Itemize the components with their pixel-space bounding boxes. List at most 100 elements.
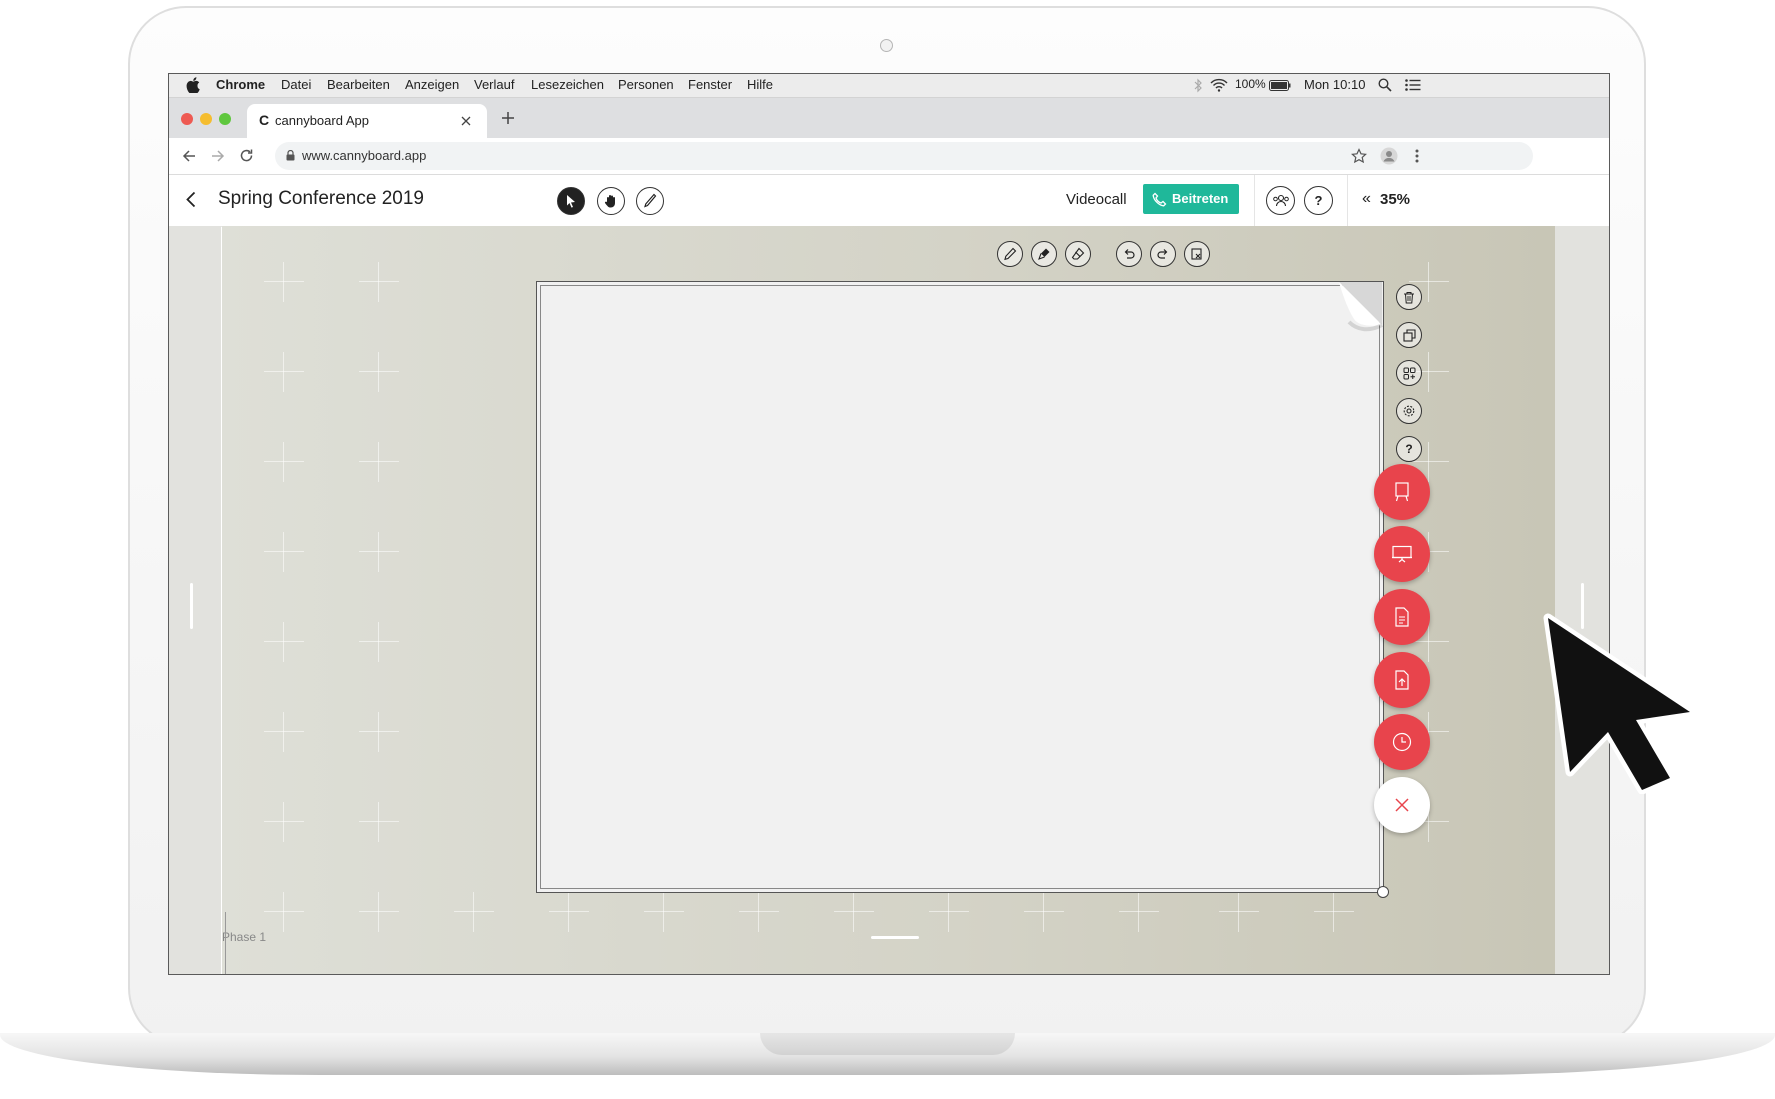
grid-mark	[644, 892, 684, 932]
reload-icon[interactable]	[239, 148, 254, 163]
copy-icon	[1402, 328, 1416, 342]
tab-close-icon[interactable]	[461, 116, 471, 126]
forward-arrow-icon[interactable]	[211, 149, 225, 163]
menu-datei[interactable]: Datei	[281, 77, 311, 92]
grid-mark	[264, 622, 304, 662]
menubar-app-name[interactable]: Chrome	[216, 77, 265, 92]
zoom-level[interactable]: 35%	[1380, 191, 1410, 208]
board-title: Spring Conference 2019	[218, 188, 424, 209]
delete-button[interactable]	[1396, 284, 1422, 310]
menubar-clock[interactable]: Mon 10:10	[1304, 77, 1365, 92]
pen-icon	[1004, 247, 1017, 261]
left-panel-gutter	[169, 226, 221, 974]
pen-tool-button[interactable]	[636, 187, 664, 215]
grid-mark	[454, 892, 494, 932]
clear-drawing-button[interactable]	[1184, 241, 1210, 267]
participants-button[interactable]	[1266, 186, 1295, 215]
presentation-icon	[1392, 545, 1412, 563]
marker-button[interactable]	[1031, 241, 1057, 267]
cursor-icon	[567, 195, 575, 208]
browser-tab[interactable]: C cannyboard App	[247, 104, 487, 138]
window-close-icon[interactable]	[181, 113, 193, 125]
menu-verlauf[interactable]: Verlauf	[474, 77, 514, 92]
wifi-icon[interactable]	[1210, 78, 1228, 92]
left-panel-handle[interactable]	[190, 583, 193, 629]
back-chevron-icon[interactable]	[186, 191, 196, 208]
menu-fenster[interactable]: Fenster	[688, 77, 732, 92]
url-text: www.cannyboard.app	[302, 148, 427, 163]
board-fab-button[interactable]	[1374, 464, 1430, 520]
menu-personen[interactable]: Personen	[618, 77, 674, 92]
document-icon	[1395, 607, 1409, 627]
eraser-icon	[1071, 247, 1085, 260]
add-widget-button[interactable]	[1396, 360, 1422, 386]
grid-mark	[264, 892, 304, 932]
help-button[interactable]: ?	[1304, 186, 1333, 215]
address-bar[interactable]: www.cannyboard.app	[275, 142, 1533, 170]
tab-favicon: C	[259, 112, 270, 128]
grid-mark	[264, 442, 304, 482]
select-tool-button[interactable]	[557, 187, 585, 215]
profile-avatar-icon[interactable]	[1380, 147, 1398, 165]
resize-handle[interactable]	[1377, 886, 1389, 898]
pan-tool-button[interactable]	[597, 187, 625, 215]
phone-icon	[1152, 192, 1167, 207]
bottom-panel-handle[interactable]	[871, 936, 919, 939]
menu-hilfe[interactable]: Hilfe	[747, 77, 773, 92]
undo-button[interactable]	[1116, 241, 1142, 267]
window-minimize-icon[interactable]	[200, 113, 212, 125]
grid-mark	[264, 262, 304, 302]
back-arrow-icon[interactable]	[182, 149, 196, 163]
close-fab-button[interactable]	[1374, 777, 1430, 833]
phase-divider	[225, 912, 226, 974]
grid-mark	[549, 892, 589, 932]
pencil-icon	[644, 193, 657, 208]
gear-icon	[1403, 405, 1415, 417]
bluetooth-icon[interactable]	[1193, 78, 1203, 93]
mouse-pointer-icon	[1543, 613, 1695, 794]
grid-mark	[359, 802, 399, 842]
marker-icon	[1038, 248, 1050, 260]
grid-mark	[359, 352, 399, 392]
trash-icon	[1404, 291, 1414, 303]
flipchart-icon	[1395, 482, 1409, 502]
menu-anzeigen[interactable]: Anzeigen	[405, 77, 459, 92]
grid-mark	[359, 712, 399, 752]
right-panel-gutter	[1555, 226, 1609, 974]
timer-fab-button[interactable]	[1374, 714, 1430, 770]
hand-icon	[604, 195, 615, 208]
lock-icon[interactable]	[286, 150, 295, 161]
menu-lesezeichen[interactable]: Lesezeichen	[531, 77, 604, 92]
battery-icon[interactable]	[1269, 80, 1291, 91]
file-upload-icon	[1395, 670, 1409, 690]
menu-bearbeiten[interactable]: Bearbeiten	[327, 77, 390, 92]
sheet-help-button[interactable]: ?	[1396, 436, 1422, 462]
page-curl-icon[interactable]	[1339, 282, 1383, 334]
spotlight-search-icon[interactable]	[1378, 78, 1392, 92]
app-header: Spring Conference 2019 Videocall Beitret…	[169, 175, 1609, 227]
window-zoom-icon[interactable]	[219, 113, 231, 125]
redo-button[interactable]	[1150, 241, 1176, 267]
grid-mark	[739, 892, 779, 932]
grid-mark	[264, 802, 304, 842]
settings-button[interactable]	[1396, 398, 1422, 424]
tab-title: cannyboard App	[275, 113, 369, 128]
help-button-label: ?	[1314, 193, 1323, 208]
notification-center-icon[interactable]	[1405, 79, 1421, 91]
eraser-button[interactable]	[1065, 241, 1091, 267]
pen-button[interactable]	[997, 241, 1023, 267]
join-call-button[interactable]: Beitreten	[1143, 184, 1239, 214]
grid-mark	[264, 712, 304, 752]
zoom-collapse-icon[interactable]: «	[1362, 190, 1371, 208]
document-fab-button[interactable]	[1374, 589, 1430, 645]
upload-fab-button[interactable]	[1374, 652, 1430, 708]
chrome-menu-icon[interactable]	[1415, 149, 1419, 163]
grid-mark	[359, 442, 399, 482]
whiteboard-canvas[interactable]: ? Phase 1	[222, 226, 1555, 974]
laptop-notch	[760, 1033, 1015, 1055]
apple-icon[interactable]	[186, 77, 200, 93]
new-tab-icon[interactable]	[501, 111, 515, 125]
duplicate-button[interactable]	[1396, 322, 1422, 348]
presentation-fab-button[interactable]	[1374, 526, 1430, 582]
bookmark-star-icon[interactable]	[1351, 148, 1367, 164]
